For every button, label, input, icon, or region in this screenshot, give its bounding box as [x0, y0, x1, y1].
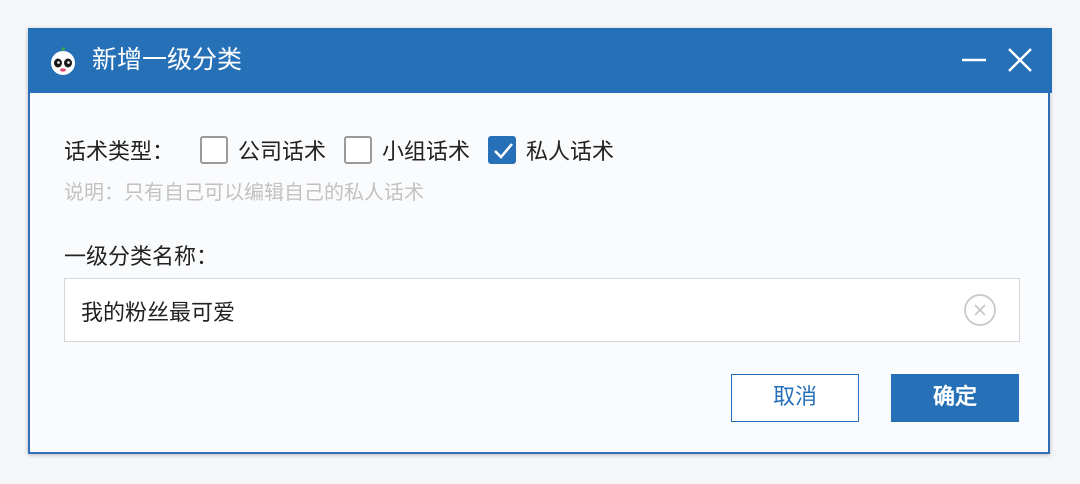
checkmark-icon	[494, 143, 513, 159]
category-name-input[interactable]	[79, 279, 953, 343]
clear-input-button[interactable]	[963, 293, 997, 327]
private-script-hint: 说明：只有自己可以编辑自己的私人话术	[64, 180, 424, 204]
clear-circle-icon	[964, 294, 996, 326]
group-script-checkbox[interactable]	[344, 136, 373, 164]
category-name-label: 一级分类名称：	[64, 245, 219, 270]
script-type-row: 话术类型： 公司话术 小组话术 私人话术	[64, 132, 632, 168]
cancel-button[interactable]: 取消	[731, 374, 859, 422]
category-name-field	[64, 278, 1020, 343]
option-company-script[interactable]: 公司话术	[200, 134, 326, 166]
close-icon	[1008, 48, 1032, 72]
option-group-script[interactable]: 小组话术	[344, 134, 470, 166]
script-type-label: 话术类型：	[64, 140, 175, 165]
private-script-label: 私人话术	[526, 140, 615, 165]
minimize-button[interactable]	[958, 44, 990, 76]
panda-logo-icon	[51, 47, 75, 75]
option-private-script[interactable]: 私人话术	[488, 134, 614, 166]
minimize-icon	[962, 58, 986, 62]
group-script-label: 小组话术	[382, 140, 471, 165]
company-script-checkbox[interactable]	[200, 136, 228, 164]
dialog-title: 新增一级分类	[92, 45, 243, 74]
confirm-button[interactable]: 确定	[891, 374, 1019, 422]
dialog-titlebar: 新增一级分类	[28, 28, 1052, 93]
new-category-dialog: 新增一级分类 话术类型： 公司话术 小组话术 私人话术 说明：只有自己可以编辑自…	[28, 28, 1052, 454]
close-button[interactable]	[1004, 44, 1036, 76]
private-script-checkbox[interactable]	[488, 136, 517, 164]
company-script-label: 公司话术	[238, 140, 327, 165]
